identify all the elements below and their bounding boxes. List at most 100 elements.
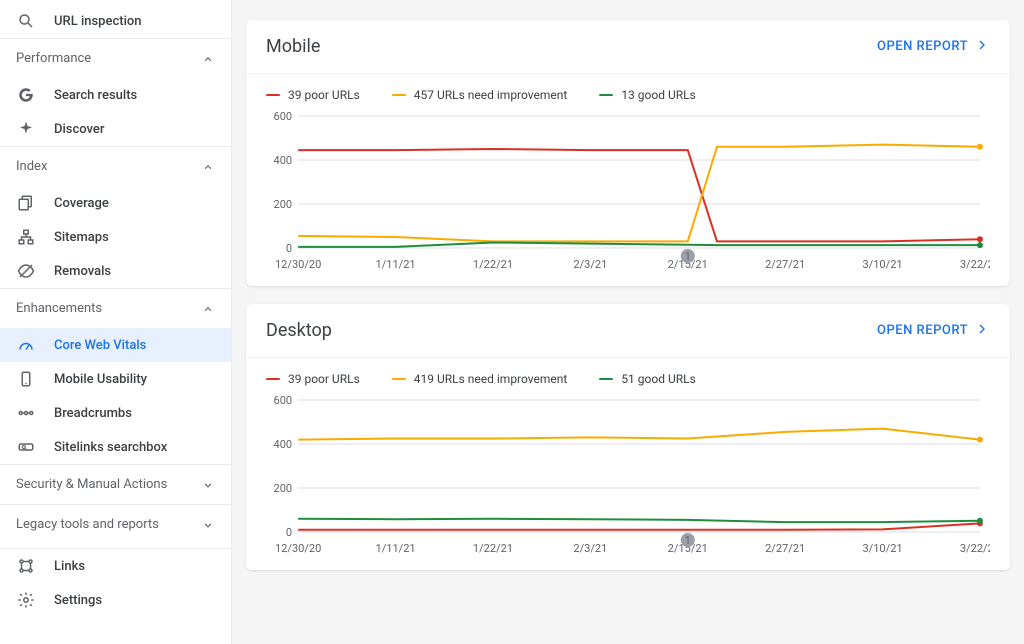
sidebar-item-removals[interactable]: Removals bbox=[0, 254, 231, 288]
mobile-open-report-button[interactable]: OPEN REPORT bbox=[877, 37, 990, 57]
desktop-chart: 020040060012/30/201/11/211/22/212/3/212/… bbox=[246, 390, 1010, 570]
svg-text:0: 0 bbox=[286, 526, 292, 539]
speedometer-icon bbox=[16, 335, 36, 355]
section-enhancements-label: Enhancements bbox=[16, 301, 201, 316]
main-content: Mobile OPEN REPORT 39 poor URLs 457 URLs… bbox=[232, 0, 1024, 644]
svg-text:12/30/20: 12/30/20 bbox=[275, 258, 321, 271]
section-security-label: Security & Manual Actions bbox=[16, 477, 201, 492]
svg-text:2/3/21: 2/3/21 bbox=[573, 542, 607, 555]
svg-text:200: 200 bbox=[274, 482, 293, 495]
svg-text:3/10/21: 3/10/21 bbox=[862, 542, 902, 555]
legend-good-label: 51 good URLs bbox=[621, 372, 695, 386]
legend-ni: 419 URLs need improvement bbox=[392, 372, 568, 386]
searchbox-icon bbox=[16, 437, 36, 457]
sidebar-item-coverage[interactable]: Coverage bbox=[0, 186, 231, 220]
legend-poor: 39 poor URLs bbox=[266, 88, 360, 102]
sidebar-item-core-web-vitals[interactable]: Core Web Vitals bbox=[0, 328, 231, 362]
svg-text:3/22/21: 3/22/21 bbox=[960, 258, 990, 271]
links-icon bbox=[16, 556, 36, 576]
svg-text:1: 1 bbox=[685, 250, 691, 263]
legend-ni: 457 URLs need improvement bbox=[392, 88, 568, 102]
section-legacy[interactable]: Legacy tools and reports bbox=[0, 504, 231, 544]
sidebar: URL inspection Performance Search result… bbox=[0, 0, 232, 644]
svg-text:600: 600 bbox=[274, 110, 293, 123]
svg-text:2/27/21: 2/27/21 bbox=[765, 542, 805, 555]
svg-text:3/10/21: 3/10/21 bbox=[862, 258, 902, 271]
svg-text:1/11/21: 1/11/21 bbox=[375, 258, 415, 271]
breadcrumbs-icon bbox=[16, 403, 36, 423]
section-index[interactable]: Index bbox=[0, 146, 231, 186]
desktop-legend: 39 poor URLs 419 URLs need improvement 5… bbox=[246, 358, 1010, 390]
svg-text:12/30/20: 12/30/20 bbox=[275, 542, 321, 555]
sidebar-item-search-results[interactable]: Search results bbox=[0, 78, 231, 112]
section-legacy-label: Legacy tools and reports bbox=[16, 517, 201, 532]
desktop-card: Desktop OPEN REPORT 39 poor URLs 419 URL… bbox=[246, 304, 1010, 570]
gear-icon bbox=[16, 590, 36, 610]
sidebar-item-label: Sitelinks searchbox bbox=[54, 440, 215, 455]
chevron-down-icon bbox=[201, 518, 215, 532]
sidebar-item-label: Mobile Usability bbox=[54, 372, 215, 387]
sidebar-item-mobile-usability[interactable]: Mobile Usability bbox=[0, 362, 231, 396]
legend-ni-label: 419 URLs need improvement bbox=[414, 372, 568, 386]
chevron-down-icon bbox=[201, 478, 215, 492]
desktop-card-header: Desktop OPEN REPORT bbox=[246, 304, 1010, 358]
mobile-icon bbox=[16, 369, 36, 389]
svg-text:2/27/21: 2/27/21 bbox=[765, 258, 805, 271]
mobile-chart: 020040060012/30/201/11/211/22/212/3/212/… bbox=[246, 106, 1010, 286]
coverage-icon bbox=[16, 193, 36, 213]
search-icon bbox=[16, 11, 36, 31]
sidebar-item-label: Sitemaps bbox=[54, 230, 215, 245]
url-inspection[interactable]: URL inspection bbox=[0, 4, 231, 38]
discover-icon bbox=[16, 119, 36, 139]
svg-text:200: 200 bbox=[274, 198, 293, 211]
legend-poor-label: 39 poor URLs bbox=[288, 88, 360, 102]
svg-text:1/22/21: 1/22/21 bbox=[473, 258, 513, 271]
legend-dash-poor bbox=[266, 378, 280, 380]
mobile-card: Mobile OPEN REPORT 39 poor URLs 457 URLs… bbox=[246, 20, 1010, 286]
section-security[interactable]: Security & Manual Actions bbox=[0, 464, 231, 504]
desktop-card-title: Desktop bbox=[266, 320, 877, 341]
chevron-up-icon bbox=[201, 52, 215, 66]
mobile-legend: 39 poor URLs 457 URLs need improvement 1… bbox=[246, 74, 1010, 106]
sidebar-item-label: Breadcrumbs bbox=[54, 406, 215, 421]
legend-dash-ni bbox=[392, 378, 406, 380]
sidebar-item-label: Core Web Vitals bbox=[54, 338, 215, 353]
svg-text:0: 0 bbox=[286, 242, 292, 255]
section-performance-label: Performance bbox=[16, 51, 201, 66]
svg-text:2/3/21: 2/3/21 bbox=[573, 258, 607, 271]
section-performance[interactable]: Performance bbox=[0, 38, 231, 78]
svg-text:1/11/21: 1/11/21 bbox=[375, 542, 415, 555]
mobile-card-title: Mobile bbox=[266, 36, 877, 57]
sidebar-item-label: Settings bbox=[54, 593, 215, 608]
chevron-right-icon bbox=[974, 321, 990, 341]
chevron-right-icon bbox=[974, 37, 990, 57]
removals-icon bbox=[16, 261, 36, 281]
chevron-up-icon bbox=[201, 160, 215, 174]
open-report-label: OPEN REPORT bbox=[877, 323, 968, 338]
sidebar-item-settings[interactable]: Settings bbox=[0, 583, 231, 617]
legend-dash-ni bbox=[392, 94, 406, 96]
sidebar-item-sitelinks-searchbox[interactable]: Sitelinks searchbox bbox=[0, 430, 231, 464]
svg-text:3/22/21: 3/22/21 bbox=[960, 542, 990, 555]
sidebar-item-label: Search results bbox=[54, 88, 215, 103]
sidebar-item-discover[interactable]: Discover bbox=[0, 112, 231, 146]
google-g-icon bbox=[16, 85, 36, 105]
sidebar-item-label: Links bbox=[54, 559, 215, 574]
chevron-up-icon bbox=[201, 302, 215, 316]
legend-dash-good bbox=[599, 378, 613, 380]
sidebar-item-label: Discover bbox=[54, 122, 215, 137]
section-index-label: Index bbox=[16, 159, 201, 174]
url-inspection-label: URL inspection bbox=[54, 14, 215, 29]
sidebar-item-sitemaps[interactable]: Sitemaps bbox=[0, 220, 231, 254]
sitemaps-icon bbox=[16, 227, 36, 247]
section-enhancements[interactable]: Enhancements bbox=[0, 288, 231, 328]
sidebar-item-breadcrumbs[interactable]: Breadcrumbs bbox=[0, 396, 231, 430]
legend-poor-label: 39 poor URLs bbox=[288, 372, 360, 386]
legend-dash-poor bbox=[266, 94, 280, 96]
svg-text:600: 600 bbox=[274, 394, 293, 407]
sidebar-item-links[interactable]: Links bbox=[0, 549, 231, 583]
open-report-label: OPEN REPORT bbox=[877, 39, 968, 54]
desktop-open-report-button[interactable]: OPEN REPORT bbox=[877, 321, 990, 341]
svg-text:1: 1 bbox=[685, 534, 691, 547]
legend-poor: 39 poor URLs bbox=[266, 372, 360, 386]
